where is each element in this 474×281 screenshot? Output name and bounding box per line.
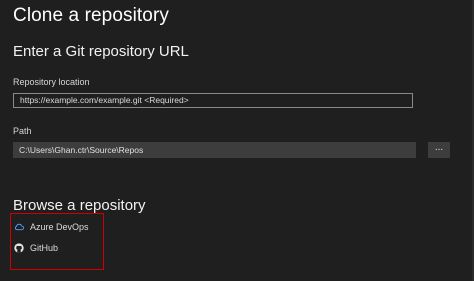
- provider-github-label: GitHub: [30, 243, 59, 253]
- enter-url-heading: Enter a Git repository URL: [13, 43, 189, 60]
- clone-repository-dialog: Clone a repository Enter a Git repositor…: [0, 0, 474, 281]
- browse-repository-heading: Browse a repository: [13, 197, 146, 214]
- provider-azure-devops[interactable]: Azure DevOps: [14, 222, 89, 232]
- dialog-title: Clone a repository: [13, 5, 169, 26]
- path-input[interactable]: C:\Users\Ghan.ctr\Source\Repos: [13, 142, 416, 158]
- provider-github[interactable]: GitHub: [14, 243, 58, 253]
- path-label: Path: [13, 126, 32, 136]
- repository-location-input[interactable]: https://example.com/example.git <Require…: [13, 93, 413, 108]
- repository-location-label: Repository location: [13, 77, 90, 87]
- browse-path-button[interactable]: ...: [428, 142, 450, 158]
- provider-azure-devops-label: Azure DevOps: [30, 222, 89, 232]
- github-icon: [14, 243, 24, 253]
- cloud-icon: [14, 222, 24, 232]
